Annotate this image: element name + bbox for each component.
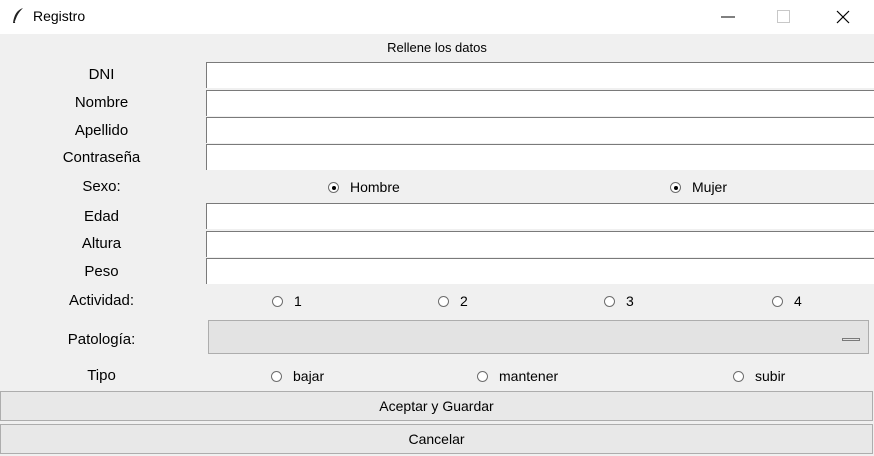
radio-unselected-icon (604, 296, 615, 307)
radio-mantener-label: mantener (499, 368, 559, 384)
patologia-select[interactable] (208, 320, 869, 354)
radio-unselected-icon (271, 371, 282, 382)
nombre-label: Nombre (74, 94, 129, 111)
close-button[interactable] (820, 0, 866, 34)
altura-label: Altura (81, 235, 122, 252)
form-header-label: Rellene los datos (387, 40, 487, 55)
title-bar: Registro (0, 0, 874, 34)
radio-hombre-label: Hombre (350, 179, 400, 195)
save-button[interactable]: Aceptar y Guardar (0, 391, 873, 421)
peso-label: Peso (84, 263, 119, 280)
cancel-button[interactable]: Cancelar (0, 424, 873, 454)
actividad-label: Actividad: (68, 292, 135, 309)
altura-input[interactable] (206, 231, 874, 257)
radio-actividad-3-label: 3 (626, 293, 634, 309)
radio-selected-icon (670, 182, 681, 193)
radio-unselected-icon (733, 371, 744, 382)
radio-unselected-icon (272, 296, 283, 307)
minimize-button[interactable] (705, 0, 751, 34)
close-icon (836, 10, 850, 24)
radio-selected-icon (328, 182, 339, 193)
tipo-label: Tipo (87, 367, 116, 384)
maximize-icon (777, 10, 790, 23)
contrasena-label: Contraseña (62, 149, 141, 166)
radio-mujer-label: Mujer (692, 179, 728, 195)
radio-actividad-4-label: 4 (794, 293, 802, 309)
nombre-input[interactable] (206, 90, 874, 116)
radio-actividad-2-label: 2 (460, 293, 468, 309)
maximize-button[interactable] (761, 0, 807, 34)
edad-label: Edad (83, 208, 120, 225)
edad-input[interactable] (206, 203, 874, 229)
contrasena-input[interactable] (206, 144, 874, 170)
dropdown-indicator-icon (842, 338, 860, 341)
minimize-icon (721, 16, 735, 18)
patologia-label: Patología: (67, 331, 136, 348)
dni-input[interactable] (206, 62, 874, 88)
feather-icon (13, 8, 23, 23)
radio-bajar-label: bajar (293, 368, 325, 384)
radio-subir-label: subir (755, 368, 786, 384)
peso-input[interactable] (206, 258, 874, 284)
radio-actividad-1-label: 1 (294, 293, 302, 309)
apellido-input[interactable] (206, 117, 874, 143)
radio-unselected-icon (477, 371, 488, 382)
dni-label: DNI (88, 66, 115, 83)
apellido-label: Apellido (74, 122, 129, 139)
radio-unselected-icon (438, 296, 449, 307)
radio-unselected-icon (772, 296, 783, 307)
window-title: Registro (33, 8, 86, 24)
sexo-label: Sexo: (82, 178, 121, 195)
